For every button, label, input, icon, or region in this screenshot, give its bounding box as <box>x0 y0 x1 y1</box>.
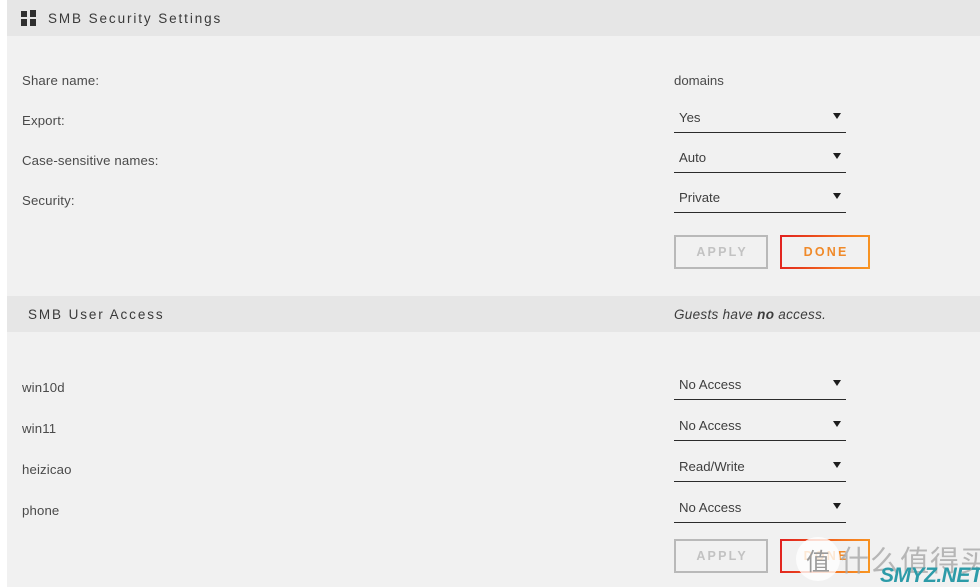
share-name-value: domains <box>674 73 724 88</box>
export-select-value: Yes <box>679 110 701 125</box>
user-access-select[interactable]: No Access <box>674 496 846 523</box>
chevron-down-icon <box>833 421 841 427</box>
list-item: win11 No Access <box>7 418 980 443</box>
case-sensitive-label: Case-sensitive names: <box>22 153 159 168</box>
security-done-button[interactable]: DONE <box>780 235 870 269</box>
chevron-down-icon <box>833 503 841 509</box>
guests-access-note: Guests have no access. <box>674 307 826 322</box>
guests-note-suffix: access. <box>774 306 827 322</box>
list-item: win10d No Access <box>7 377 980 402</box>
user-name-label: win10d <box>22 380 65 395</box>
user-access-button-row: APPLY DONE <box>7 539 980 573</box>
row-case-sensitive: Case-sensitive names: Auto <box>7 150 980 175</box>
case-sensitive-select[interactable]: Auto <box>674 146 846 173</box>
export-label: Export: <box>22 113 65 128</box>
guests-note-prefix: Guests have <box>674 306 758 322</box>
user-access-select-value: No Access <box>679 418 742 433</box>
page-title: SMB Security Settings <box>48 10 223 26</box>
user-name-label: win11 <box>22 421 57 436</box>
list-item: heizicao Read/Write <box>7 459 980 484</box>
security-select-value: Private <box>679 190 721 205</box>
chevron-down-icon <box>833 153 841 159</box>
user-access-select[interactable]: Read/Write <box>674 455 846 482</box>
list-item: phone No Access <box>7 500 980 525</box>
content-panel: SMB Security Settings Share name: domain… <box>7 0 980 587</box>
user-access-title: SMB User Access <box>28 306 165 322</box>
app-page: SMB Security Settings Share name: domain… <box>0 0 980 587</box>
smb-security-settings-header: SMB Security Settings <box>7 0 980 36</box>
export-select[interactable]: Yes <box>674 106 846 133</box>
security-button-row: APPLY DONE <box>7 235 980 269</box>
row-export: Export: Yes <box>7 110 980 135</box>
user-access-select-value: Read/Write <box>679 459 745 474</box>
case-sensitive-select-value: Auto <box>679 150 707 165</box>
user-access-done-button[interactable]: DONE <box>780 539 870 573</box>
user-name-label: phone <box>22 503 60 518</box>
smb-user-access-header: SMB User Access Guests have no access. <box>7 296 980 332</box>
share-name-label: Share name: <box>22 73 100 88</box>
user-access-select-value: No Access <box>679 500 742 515</box>
user-access-select[interactable]: No Access <box>674 373 846 400</box>
row-share-name: Share name: domains <box>7 71 980 95</box>
user-access-select-value: No Access <box>679 377 742 392</box>
user-access-apply-button[interactable]: APPLY <box>674 539 768 573</box>
user-name-label: heizicao <box>22 462 72 477</box>
chevron-down-icon <box>833 380 841 386</box>
security-select[interactable]: Private <box>674 186 846 213</box>
row-security: Security: Private <box>7 190 980 215</box>
windows-grid-icon <box>21 9 36 26</box>
security-apply-button[interactable]: APPLY <box>674 235 768 269</box>
chevron-down-icon <box>833 462 841 468</box>
security-label: Security: <box>22 193 75 208</box>
guests-note-emphasis: no <box>757 306 775 322</box>
user-access-select[interactable]: No Access <box>674 414 846 441</box>
chevron-down-icon <box>833 113 841 119</box>
header-title-group: SMB Security Settings <box>21 9 223 26</box>
chevron-down-icon <box>833 193 841 199</box>
